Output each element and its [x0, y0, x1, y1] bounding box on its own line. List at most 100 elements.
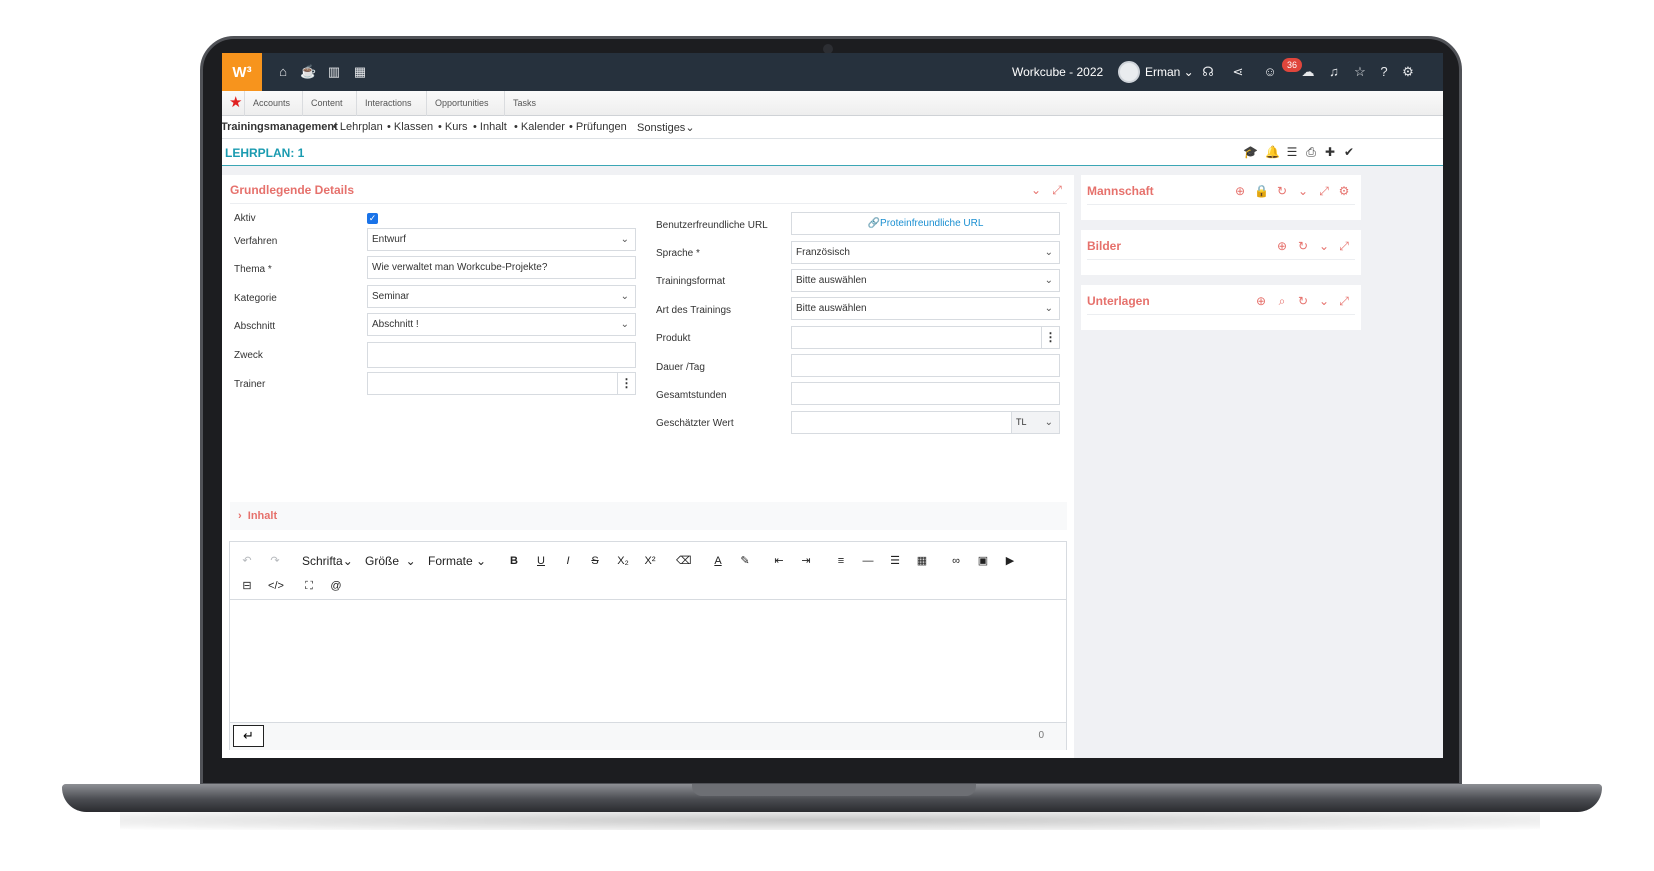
- collapse-icon[interactable]: ⌄: [1317, 239, 1331, 253]
- link-icon[interactable]: ∞: [949, 554, 963, 568]
- highlight-icon[interactable]: ✎: [738, 554, 752, 568]
- aktiv-checkbox[interactable]: ✓: [367, 213, 378, 224]
- expand-icon[interactable]: ⤢: [1317, 184, 1331, 198]
- fullscreen-icon[interactable]: ⛶: [302, 579, 316, 593]
- trainer-input[interactable]: ⋮: [367, 372, 636, 395]
- coffee-icon[interactable]: ☕: [300, 64, 316, 80]
- font-dropdown[interactable]: Schrifta⌄: [302, 554, 353, 568]
- abschnitt-select[interactable]: Abschnitt ! ⌄: [367, 313, 636, 336]
- home-icon[interactable]: ⌂: [275, 64, 291, 80]
- code-view-icon[interactable]: </>: [268, 579, 284, 593]
- superscript-icon[interactable]: X²: [642, 554, 658, 568]
- horizontal-rule-icon[interactable]: —: [861, 554, 875, 568]
- collapse-icon[interactable]: ⌄: [1317, 294, 1331, 308]
- company-period[interactable]: Workcube - 2022: [1012, 65, 1103, 79]
- eraser-icon[interactable]: ⌫: [676, 554, 692, 568]
- headset-icon[interactable]: ☊: [1200, 64, 1216, 80]
- refresh-icon[interactable]: ↻: [1296, 294, 1310, 308]
- star-icon[interactable]: ☆: [1352, 64, 1368, 80]
- tab-opportunities[interactable]: Opportunities: [426, 91, 497, 116]
- tab-tasks[interactable]: Tasks: [504, 91, 544, 116]
- table-icon[interactable]: ▦: [915, 554, 929, 568]
- format-select[interactable]: Bitte auswählen ⌄: [791, 269, 1060, 292]
- italic-icon[interactable]: I: [561, 554, 575, 568]
- url-button[interactable]: 🔗Proteinfreundliche URL: [791, 212, 1060, 235]
- lock-icon[interactable]: 🔒: [1254, 184, 1269, 198]
- format-dropdown[interactable]: Formate ⌄: [428, 554, 486, 568]
- size-dropdown[interactable]: Größe ⌄: [365, 554, 416, 568]
- save-check-icon[interactable]: ✔: [1342, 145, 1356, 159]
- more-options-icon[interactable]: ⋮: [617, 373, 635, 394]
- editor-content-area[interactable]: [230, 601, 1066, 722]
- tab-accounts[interactable]: Accounts: [244, 91, 298, 116]
- menu-item-kurs[interactable]: • Kurs: [438, 121, 468, 133]
- mention-icon[interactable]: @: [329, 579, 343, 593]
- favorites-star-icon[interactable]: ★: [229, 95, 242, 111]
- refresh-icon[interactable]: ↻: [1275, 184, 1289, 198]
- share-icon[interactable]: ⋖: [1230, 64, 1246, 80]
- workcube-logo[interactable]: W³: [222, 53, 262, 91]
- tab-interactions[interactable]: Interactions: [356, 91, 420, 116]
- align-icon[interactable]: ≡: [834, 554, 848, 568]
- currency-select[interactable]: TL ⌄: [1011, 412, 1059, 433]
- more-options-icon[interactable]: ⋮: [1041, 327, 1059, 348]
- redo-icon[interactable]: ↷: [268, 554, 282, 568]
- collapse-icon[interactable]: ⌄: [1029, 183, 1043, 197]
- stunden-input[interactable]: [791, 382, 1060, 405]
- bell-icon[interactable]: ♫: [1326, 64, 1342, 80]
- add-circle-icon[interactable]: ⊕: [1233, 184, 1247, 198]
- zweck-textarea[interactable]: [367, 342, 636, 368]
- face-icon[interactable]: ☺: [1262, 64, 1278, 80]
- menu-item-lehrplan[interactable]: • Lehrplan: [333, 121, 383, 133]
- avatar[interactable]: [1118, 61, 1140, 83]
- sprache-select[interactable]: Französisch ⌄: [791, 241, 1060, 264]
- strikethrough-icon[interactable]: S: [588, 554, 602, 568]
- art-select[interactable]: Bitte auswählen ⌄: [791, 297, 1060, 320]
- menu-item-klassen[interactable]: • Klassen: [387, 121, 433, 133]
- add-circle-icon[interactable]: ⊕: [1254, 294, 1268, 308]
- tab-content[interactable]: Content: [302, 91, 351, 116]
- bold-icon[interactable]: B: [507, 554, 521, 568]
- wert-input[interactable]: TL ⌄: [791, 411, 1060, 434]
- help-icon[interactable]: ?: [1376, 64, 1392, 80]
- font-color-icon[interactable]: A: [711, 554, 725, 568]
- inhalt-section-toggle[interactable]: › Inhalt: [230, 502, 1067, 530]
- menu-item-inhalt[interactable]: • Inhalt: [473, 121, 507, 133]
- produkt-input[interactable]: ⋮: [791, 326, 1060, 349]
- chat-icon[interactable]: ☁: [1300, 64, 1316, 80]
- expand-icon[interactable]: ⤢: [1337, 294, 1351, 308]
- underline-icon[interactable]: U: [534, 554, 548, 568]
- menu-item-pruefungen[interactable]: • Prüfungen: [569, 121, 627, 133]
- calendar-icon[interactable]: ▦: [352, 64, 368, 80]
- gear-icon[interactable]: ⚙: [1337, 184, 1351, 198]
- enter-icon[interactable]: ↵: [233, 725, 264, 747]
- dauer-input[interactable]: [791, 354, 1060, 377]
- outdent-icon[interactable]: ⇤: [772, 554, 786, 568]
- expand-icon[interactable]: ⤢: [1337, 239, 1351, 253]
- template-icon[interactable]: ⊟: [240, 579, 254, 593]
- list-icon[interactable]: ☰: [1285, 145, 1299, 159]
- user-menu[interactable]: Erman ⌄: [1145, 65, 1194, 79]
- subscript-icon[interactable]: X₂: [615, 554, 631, 568]
- collapse-icon[interactable]: ⌄: [1296, 184, 1310, 198]
- refresh-icon[interactable]: ↻: [1296, 239, 1310, 253]
- menu-more[interactable]: Sonstiges⌄: [637, 121, 695, 134]
- video-icon[interactable]: ▶: [1003, 554, 1017, 568]
- search-icon[interactable]: ⌕: [1275, 294, 1289, 308]
- verfahren-select[interactable]: Entwurf ⌄: [367, 228, 636, 251]
- bullet-list-icon[interactable]: ☰: [888, 554, 902, 568]
- undo-icon[interactable]: ↶: [240, 554, 254, 568]
- graduation-cap-icon[interactable]: 🎓: [1243, 145, 1258, 159]
- add-icon[interactable]: ✚: [1323, 145, 1337, 159]
- menu-item-kalender[interactable]: • Kalender: [514, 121, 565, 133]
- indent-icon[interactable]: ⇥: [799, 554, 813, 568]
- add-circle-icon[interactable]: ⊕: [1275, 239, 1289, 253]
- image-icon[interactable]: ▣: [976, 554, 990, 568]
- print-icon[interactable]: ⎙: [1304, 145, 1318, 160]
- menu-module[interactable]: Trainingsmanagement: [222, 121, 338, 133]
- gear-icon[interactable]: ⚙: [1400, 64, 1416, 80]
- bar-chart-icon[interactable]: ▥: [326, 64, 342, 80]
- expand-icon[interactable]: ⤢: [1050, 183, 1064, 197]
- kategorie-select[interactable]: Seminar ⌄: [367, 285, 636, 308]
- thema-input[interactable]: Wie verwaltet man Workcube-Projekte?: [367, 256, 636, 279]
